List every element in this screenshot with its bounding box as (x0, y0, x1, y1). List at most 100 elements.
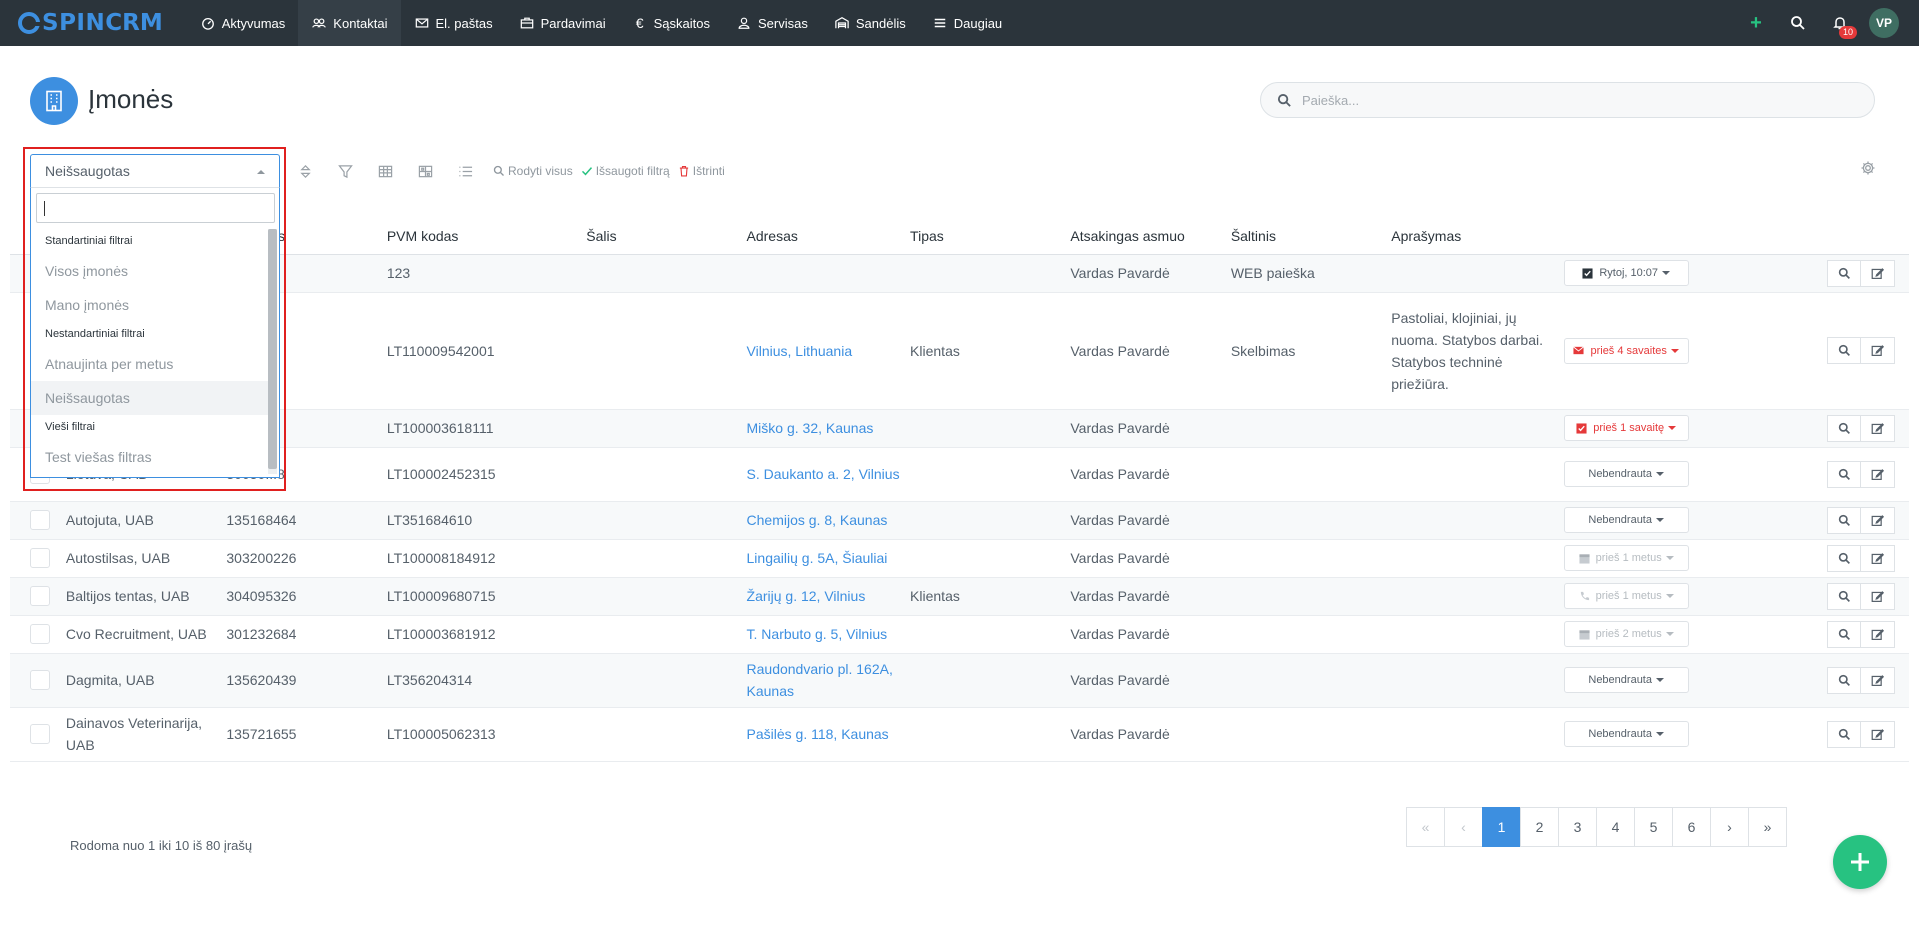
prev-page-button[interactable]: ‹ (1444, 807, 1483, 847)
activity-status-button[interactable]: Nebendrauta (1563, 721, 1689, 747)
filter-option[interactable]: Mano įmonės (31, 288, 269, 322)
header-source[interactable]: Šaltinis (1230, 219, 1392, 255)
sort-button[interactable] (285, 160, 325, 182)
table-row[interactable]: ...610LT110009542001Vilnius, LithuaniaKl… (10, 292, 1909, 410)
activity-status-button[interactable]: Nebendrauta (1563, 667, 1689, 693)
address-link[interactable]: Žarijų g. 12, Vilnius (747, 588, 866, 604)
header-country[interactable]: Šalis (586, 219, 747, 255)
address-link[interactable]: S. Daukanto a. 2, Vilnius (747, 466, 900, 482)
activity-status-button[interactable]: Nebendrauta (1563, 507, 1689, 533)
activity-status-button[interactable]: prieš 1 savaitę (1563, 415, 1689, 441)
dropdown-scrollbar[interactable] (268, 229, 277, 474)
header-pvm[interactable]: PVM kodas (386, 219, 587, 255)
global-search-button[interactable] (1777, 0, 1819, 46)
page-button[interactable]: 2 (1520, 807, 1559, 847)
quick-add-button[interactable]: + (1735, 0, 1777, 46)
row-checkbox[interactable] (30, 510, 50, 530)
nav-item-aktyvumas[interactable]: Aktyvumas (187, 0, 299, 46)
header-responsible[interactable]: Atsakingas asmuo (1070, 219, 1231, 255)
row-checkbox[interactable] (30, 586, 50, 606)
add-company-button[interactable] (1833, 835, 1887, 889)
nav-item-kontaktai[interactable]: Kontaktai (298, 0, 401, 46)
filter-option[interactable]: Visos įmonės (31, 254, 269, 288)
scrollbar-thumb[interactable] (268, 229, 277, 469)
company-name[interactable]: Baltijos tentas, UAB (65, 577, 227, 616)
table-row[interactable]: ...65LT100003618111Miško g. 32, KaunasVa… (10, 409, 1909, 448)
view-button[interactable] (1827, 414, 1862, 442)
filter-option[interactable]: Atnaujinta per metus (31, 347, 269, 381)
nav-item-saskaitos[interactable]: € Sąskaitos (619, 0, 723, 46)
delete-button[interactable]: Ištrinti (678, 164, 725, 178)
filter-search-input[interactable] (36, 193, 275, 223)
address-link[interactable]: Lingailių g. 5A, Šiauliai (747, 550, 888, 566)
edit-button[interactable] (1861, 460, 1896, 488)
show-all-button[interactable]: Rodyti visus (493, 164, 573, 178)
row-checkbox[interactable] (30, 548, 50, 568)
company-name[interactable]: Dainavos Veterinarija, UAB (65, 707, 227, 762)
nav-item-el-pastas[interactable]: El. paštas (401, 0, 506, 46)
first-page-button[interactable]: « (1406, 807, 1445, 847)
table-row[interactable]: Autostilsas, UAB 303200226 LT100008184912 L… (10, 539, 1909, 578)
save-filter-button[interactable]: Išsaugoti filtrą (581, 164, 670, 178)
next-page-button[interactable]: › (1710, 807, 1749, 847)
view-button[interactable] (1827, 620, 1862, 648)
page-button[interactable]: 5 (1634, 807, 1673, 847)
header-type[interactable]: Tipas (910, 219, 1071, 255)
activity-status-button[interactable]: prieš 2 metus (1563, 621, 1689, 647)
view-button[interactable] (1827, 460, 1862, 488)
row-checkbox[interactable] (30, 724, 50, 744)
activity-status-button[interactable]: Rytoj, 10:07 (1563, 260, 1689, 286)
edit-button[interactable] (1861, 259, 1896, 287)
search-input[interactable] (1302, 92, 1842, 108)
activity-status-button[interactable]: prieš 4 savaites (1563, 337, 1689, 364)
edit-button[interactable] (1861, 414, 1896, 442)
edit-button[interactable] (1861, 337, 1896, 364)
edit-button[interactable] (1861, 506, 1896, 534)
row-checkbox[interactable] (30, 670, 50, 690)
view-button[interactable] (1827, 259, 1862, 287)
nav-item-sandelis[interactable]: Sandėlis (821, 0, 919, 46)
company-name[interactable]: Dagmita, UAB (65, 653, 227, 708)
header-address[interactable]: Adresas (746, 219, 911, 255)
edit-button[interactable] (1861, 582, 1896, 610)
table-row[interactable]: Dainavos Veterinarija, UAB 135721655 LT100… (10, 707, 1909, 762)
notifications-button[interactable]: 10 (1819, 0, 1861, 46)
edit-button[interactable] (1861, 544, 1896, 572)
company-name[interactable]: Cvo Recruitment, UAB (65, 615, 227, 654)
search-bar[interactable] (1260, 82, 1875, 118)
activity-status-button[interactable]: prieš 1 metus (1563, 545, 1689, 571)
table-row[interactable]: Cvo Recruitment, UAB 301232684 LT100003681… (10, 615, 1909, 654)
user-avatar[interactable]: VP (1869, 8, 1899, 38)
company-name[interactable]: Autostilsas, UAB (65, 539, 227, 578)
row-checkbox[interactable] (30, 624, 50, 644)
table-row[interactable]: 123 Vardas Pavardė WEB paieška Rytoj, 10:07 (10, 254, 1909, 293)
last-page-button[interactable]: » (1748, 807, 1787, 847)
nav-item-servisas[interactable]: Servisas (723, 0, 821, 46)
header-description[interactable]: Aprašymas (1391, 219, 1552, 255)
edit-button[interactable] (1861, 666, 1896, 694)
nav-item-pardavimai[interactable]: Pardavimai (506, 0, 619, 46)
filter-option[interactable]: Test viešas filtras (31, 440, 269, 474)
list-view-button[interactable] (445, 160, 485, 182)
view-button[interactable] (1827, 337, 1862, 364)
table-row[interactable]: Dagmita, UAB 135620439 LT356204314 Raudondv… (10, 653, 1909, 708)
page-button[interactable]: 4 (1596, 807, 1635, 847)
view-button[interactable] (1827, 544, 1862, 572)
table-view-button[interactable] (365, 160, 405, 182)
edit-button[interactable] (1861, 720, 1896, 748)
address-link[interactable]: Miško g. 32, Kaunas (747, 420, 874, 436)
nav-item-daugiau[interactable]: Daugiau (919, 0, 1015, 46)
table-row[interactable]: Baltijos tentas, UAB 304095326 LT100009680… (10, 577, 1909, 616)
view-button[interactable] (1827, 720, 1862, 748)
address-link[interactable]: Raudondvario pl. 162A, Kaunas (747, 661, 893, 699)
filter-option-selected[interactable]: Neišsaugotas (31, 381, 269, 415)
address-link[interactable]: T. Narbuto g. 5, Vilnius (747, 626, 888, 642)
app-logo[interactable]: SPIN CRM (18, 0, 163, 46)
view-button[interactable] (1827, 506, 1862, 534)
edit-button[interactable] (1861, 620, 1896, 648)
activity-status-button[interactable]: prieš 1 metus (1563, 583, 1689, 609)
view-button[interactable] (1827, 666, 1862, 694)
page-button[interactable]: 6 (1672, 807, 1711, 847)
grid-view-button[interactable] (405, 160, 445, 182)
company-name[interactable]: Autojuta, UAB (65, 501, 227, 540)
